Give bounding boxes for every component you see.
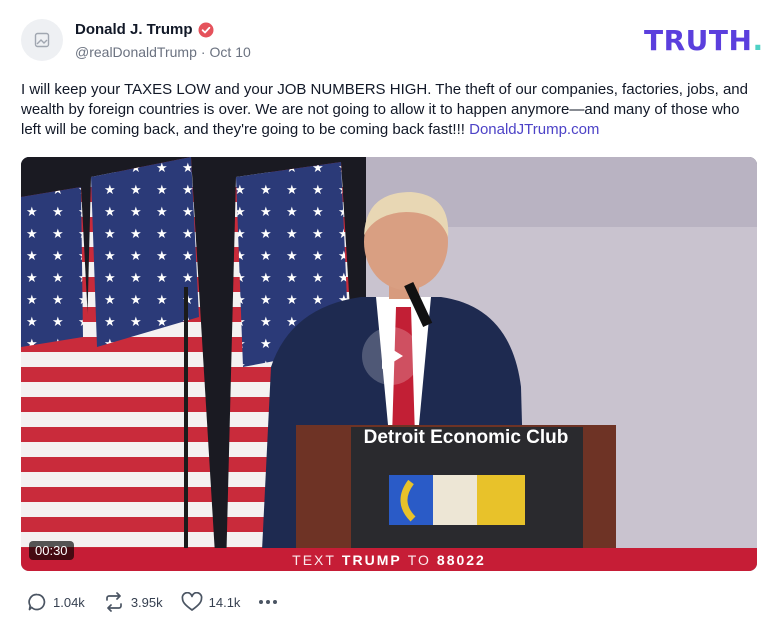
video-duration: 00:30 bbox=[29, 541, 74, 560]
post-actions: 1.04k 3.95k 14.1k bbox=[27, 592, 278, 612]
reply-count: 1.04k bbox=[53, 594, 85, 610]
handle[interactable]: @realDonaldTrump bbox=[75, 44, 197, 60]
display-name[interactable]: Donald J. Trump bbox=[75, 21, 193, 38]
banner-number: 88022 bbox=[436, 551, 486, 568]
post-text: I will keep your TAXES LOW and your JOB … bbox=[21, 81, 748, 138]
heart-icon bbox=[181, 592, 203, 611]
meta-separator: · bbox=[200, 44, 206, 60]
retruth-icon bbox=[105, 592, 122, 612]
video-banner: TEXT TRUMP TO 88022 bbox=[21, 548, 757, 571]
image-placeholder-icon bbox=[34, 32, 50, 48]
retruth-count: 3.95k bbox=[130, 594, 163, 610]
video-player[interactable]: ★ bbox=[21, 157, 757, 571]
avatar[interactable] bbox=[21, 19, 63, 61]
logo-text: TRUTH bbox=[644, 24, 753, 57]
truth-logo[interactable]: TRUTH. bbox=[644, 24, 764, 57]
play-icon bbox=[382, 343, 403, 369]
post-date[interactable]: Oct 10 bbox=[210, 44, 251, 60]
post-meta: @realDonaldTrump · Oct 10 bbox=[75, 44, 251, 60]
more-options-button[interactable] bbox=[258, 599, 278, 605]
banner-prefix: TEXT bbox=[292, 551, 336, 568]
podium-label: Detroit Economic Club bbox=[363, 427, 569, 448]
reply-button[interactable]: 1.04k bbox=[27, 592, 85, 612]
logo-dot: . bbox=[752, 24, 764, 57]
verified-badge-icon bbox=[198, 22, 214, 37]
author-name-row: Donald J. Trump bbox=[75, 21, 214, 38]
more-options-icon bbox=[259, 600, 278, 604]
like-button[interactable]: 14.1k bbox=[181, 592, 241, 612]
post-body: I will keep your TAXES LOW and your JOB … bbox=[21, 80, 757, 140]
like-count: 14.1k bbox=[208, 594, 241, 610]
play-button[interactable] bbox=[362, 327, 420, 385]
banner-mid: TO bbox=[407, 551, 431, 568]
banner-name: TRUMP bbox=[341, 551, 402, 568]
reply-icon bbox=[28, 593, 46, 611]
retruth-button[interactable]: 3.95k bbox=[103, 592, 163, 612]
post-link[interactable]: DonaldJTrump.com bbox=[469, 121, 599, 138]
